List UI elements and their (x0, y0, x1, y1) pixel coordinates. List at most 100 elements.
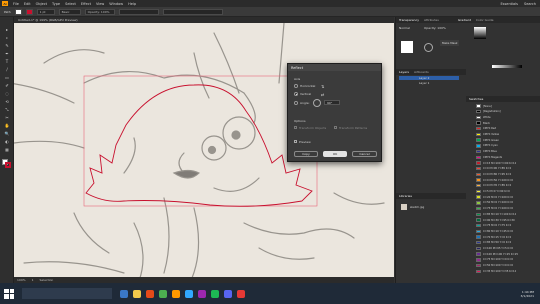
copy-button[interactable]: Copy (294, 151, 318, 157)
style-dropdown[interactable]: Basic (58, 8, 81, 15)
swatch-row[interactable]: C=20 M=0 Y=100 K=0 (476, 195, 520, 199)
swatch-row[interactable]: C=0 M=90 Y=85 K=0 (476, 166, 520, 171)
stroke-color-icon[interactable] (5, 162, 11, 168)
layer-row-1[interactable]: Layer 1 (399, 81, 459, 85)
selection-tool-icon[interactable]: ▸ (3, 27, 11, 32)
opacity-field-panel[interactable]: Opacity: 100% (424, 26, 446, 30)
tab-layers[interactable]: Layers (399, 70, 409, 74)
edge-icon[interactable] (120, 289, 128, 298)
swatch-row[interactable]: C=0 M=80 Y=95 K=0 (476, 172, 520, 177)
swatch-row[interactable]: C=80 M=10 Y=45 K=0 (476, 229, 520, 234)
swatch-row[interactable]: C=50 M=0 Y=100 K=0 (476, 201, 520, 205)
stroke-swatch[interactable] (25, 8, 33, 15)
swatch-row[interactable]: CMYK Red (476, 127, 520, 131)
align-controls[interactable] (118, 8, 159, 15)
preview-checkbox[interactable] (294, 140, 297, 143)
vertical-radio[interactable] (294, 92, 298, 96)
hand-tool-icon[interactable]: ✋ (3, 123, 11, 128)
spotify-icon[interactable] (211, 289, 219, 298)
swatch-row[interactable]: CMYK Cyan (476, 144, 520, 148)
app-icon[interactable] (198, 289, 206, 298)
tab-libraries[interactable]: Libraries (399, 194, 412, 198)
swatch-row[interactable]: C=35 M=100 Y=35 K=10 (476, 269, 520, 273)
photoshop-taskbar-icon[interactable] (185, 289, 193, 298)
cancel-button[interactable]: Cancel (352, 151, 377, 157)
transform-fields[interactable] (162, 8, 223, 15)
swatch-row[interactable]: [None] (476, 104, 520, 108)
start-icon[interactable] (4, 288, 14, 299)
blob-brush-tool-icon[interactable]: ◌ (3, 91, 11, 96)
horizontal-radio[interactable] (294, 84, 298, 88)
angle-dial-icon[interactable] (313, 99, 321, 107)
tab-swatches[interactable]: Swatches (469, 97, 483, 101)
office-icon[interactable] (146, 289, 154, 298)
menu-object[interactable]: Object (36, 2, 47, 6)
swatch-row[interactable]: C=15 M=100 Y=90 K=10 (476, 161, 520, 165)
illustrator-taskbar-icon[interactable] (172, 289, 180, 298)
swatch-row[interactable]: C=100 M=95 Y=5 K=0 (476, 246, 520, 251)
swatch-row[interactable]: C=0 M=35 Y=85 K=0 (476, 184, 520, 188)
transform-patterns-checkbox[interactable] (334, 126, 337, 129)
angle-input[interactable]: 90° (324, 100, 340, 105)
blend-mode-dropdown[interactable]: Normal (399, 26, 410, 30)
tab-gradient[interactable]: Gradient (458, 18, 471, 22)
gradient-swatch[interactable] (474, 27, 486, 39)
swatch-row[interactable]: C=70 M=15 Y=0 K=0 (476, 235, 520, 239)
swatch-row[interactable]: C=5 M=0 Y=90 K=0 (476, 189, 520, 194)
search-help-field[interactable]: Search (524, 2, 536, 6)
scissors-tool-icon[interactable]: ✂ (3, 115, 11, 120)
menu-type[interactable]: Type (52, 2, 60, 6)
menu-help[interactable]: Help (128, 2, 136, 6)
menu-file[interactable]: File (13, 2, 19, 6)
make-mask-button[interactable]: Make Mask (440, 40, 460, 46)
swatch-row[interactable]: CMYK Blue (476, 149, 520, 154)
gradient-slider[interactable] (492, 65, 522, 68)
rotate-tool-icon[interactable]: ⟲ (3, 99, 11, 104)
type-tool-icon[interactable]: T (3, 59, 11, 64)
menu-window[interactable]: Window (109, 2, 123, 6)
layer-row-2[interactable]: Layer 2 (399, 76, 459, 80)
swatch-row[interactable]: C=90 M=30 Y=95 K=30 (476, 218, 520, 222)
rectangle-tool-icon[interactable]: ▭ (3, 75, 11, 80)
swatch-row[interactable]: C=75 M=100 Y=0 K=0 (476, 258, 520, 262)
menu-effect[interactable]: Effect (81, 2, 91, 6)
taskbar-search-box[interactable] (22, 288, 112, 299)
swatch-row[interactable]: C=85 M=10 Y=100 K=10 (476, 212, 520, 216)
workspace-switcher[interactable]: Essentials (500, 2, 518, 6)
swatch-row[interactable]: C=50 M=100 Y=0 K=0 (476, 263, 520, 268)
swatch-row[interactable]: C=75 M=0 Y=75 K=0 (476, 223, 520, 228)
ok-button[interactable]: OK (323, 151, 347, 157)
pencil-tool-icon[interactable]: ✐ (3, 83, 11, 88)
menu-view[interactable]: View (96, 2, 104, 6)
chrome-icon[interactable] (159, 289, 167, 298)
scale-tool-icon[interactable]: ⤡ (3, 107, 11, 112)
menu-select[interactable]: Select (65, 2, 76, 6)
tab-artboards[interactable]: Artboards (414, 70, 429, 74)
zoom-level[interactable]: 199% (17, 278, 26, 282)
tab-attributes[interactable]: Attributes (424, 18, 439, 22)
tab-color-guide[interactable]: Color Guide (476, 18, 494, 22)
swatch-row[interactable]: Black (476, 121, 520, 125)
zoom-tool-icon[interactable]: 🔍 (3, 131, 11, 136)
swatch-row[interactable]: CMYK Yellow (476, 132, 520, 137)
stroke-weight-field[interactable]: 1 pt (36, 8, 55, 15)
swatch-row[interactable]: C=0 M=50 Y=100 K=0 (476, 178, 520, 182)
swatch-row[interactable]: CMYK Green (476, 138, 520, 142)
menu-edit[interactable]: Edit (24, 2, 31, 6)
mesh-tool-icon[interactable]: ▦ (3, 147, 11, 152)
fill-swatch[interactable] (14, 8, 22, 15)
line-tool-icon[interactable]: / (3, 67, 11, 72)
swatch-row[interactable]: White (476, 115, 520, 120)
opacity-field[interactable]: Opacity: 100% (84, 8, 115, 15)
record-icon[interactable] (237, 289, 245, 298)
swatch-row[interactable]: C=85 M=50 Y=0 K=0 (476, 241, 520, 245)
direct-selection-tool-icon[interactable]: ▹ (3, 35, 11, 40)
artboard-number[interactable]: 1 (32, 278, 34, 282)
pen-tool-icon[interactable]: ✎ (3, 43, 11, 48)
swatch-row[interactable]: [Registration] (476, 109, 520, 114)
curvature-tool-icon[interactable]: ✒ (3, 51, 11, 56)
tab-transparency[interactable]: Transparency (399, 18, 419, 22)
swatch-row[interactable]: CMYK Magenta (476, 155, 520, 159)
swatch-row[interactable]: C=75 M=0 Y=100 K=0 (476, 206, 520, 211)
file-explorer-icon[interactable] (133, 289, 141, 298)
